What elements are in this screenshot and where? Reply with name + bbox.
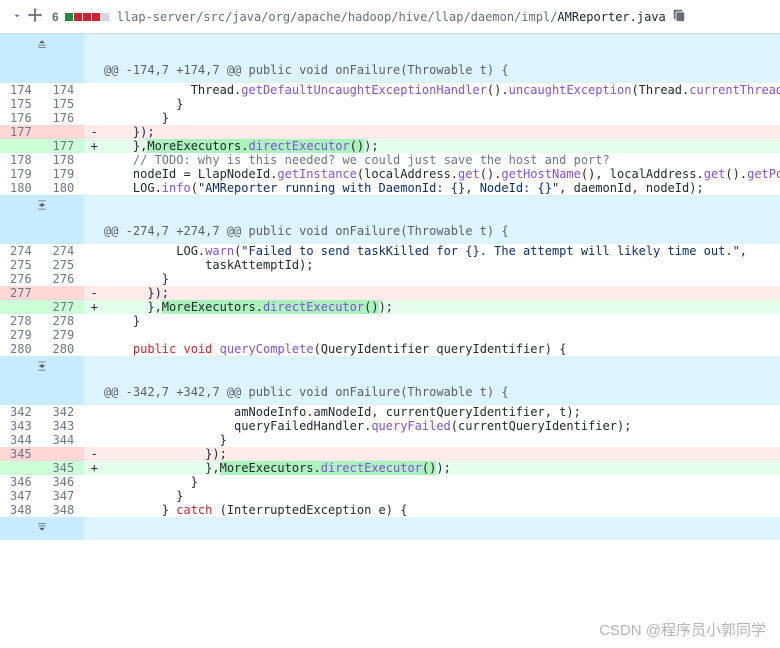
expand-row[interactable] [0, 356, 780, 379]
expand-row[interactable] [0, 195, 780, 218]
hunk-header: @@ -342,7 +342,7 @@ public void onFailur… [0, 379, 780, 405]
watermark: CSDN @程序员小郭同学 [599, 619, 766, 640]
hunk-header: @@ -274,7 +274,7 @@ public void onFailur… [0, 218, 780, 244]
code-line-added: 177+ },MoreExecutors.directExecutor()); [0, 139, 780, 153]
code-line: 279279 [0, 328, 780, 342]
code-line-deleted: 177- }); [0, 125, 780, 139]
code-line: 344344 } [0, 433, 780, 447]
code-line: 180180 LOG.info("AMReporter running with… [0, 181, 780, 195]
code-line: 280280 public void queryComplete(QueryId… [0, 342, 780, 356]
code-line: 179179 nodeId = LlapNodeId.getInstance(l… [0, 167, 780, 181]
code-line: 275275 taskAttemptId); [0, 258, 780, 272]
diff-stat-squares [65, 13, 109, 21]
expand-down-row[interactable] [0, 517, 780, 540]
code-line: 178178 // TODO: why is this needed? we c… [0, 153, 780, 167]
code-line: 175175 } [0, 97, 780, 111]
move-icon[interactable] [28, 8, 46, 25]
code-line: 278278 } [0, 314, 780, 328]
change-count: 6 [52, 10, 59, 24]
copy-path-icon[interactable] [672, 8, 686, 25]
file-path[interactable]: llap-server/src/java/org/apache/hadoop/h… [117, 10, 666, 24]
code-line: 276276 } [0, 272, 780, 286]
code-line-deleted: 277- }); [0, 286, 780, 300]
code-line: 342342 amNodeInfo.amNodeId, currentQuery… [0, 405, 780, 419]
code-line: 176176 } [0, 111, 780, 125]
hunk-header: @@ -174,7 +174,7 @@ public void onFailur… [0, 57, 780, 83]
code-line-added: 277+ },MoreExecutors.directExecutor()); [0, 300, 780, 314]
code-line: 343343 queryFailedHandler.queryFailed(cu… [0, 419, 780, 433]
code-line: 174174 Thread.getDefaultUncaughtExceptio… [0, 83, 780, 97]
code-line-added: 345+ },MoreExecutors.directExecutor()); [0, 461, 780, 475]
diff-table: @@ -174,7 +174,7 @@ public void onFailur… [0, 34, 780, 540]
code-line: 346346 } [0, 475, 780, 489]
file-header: 6 llap-server/src/java/org/apache/hadoop… [0, 0, 780, 34]
code-line-deleted: 345- }); [0, 447, 780, 461]
code-line: 347347 } [0, 489, 780, 503]
collapse-chevron-icon[interactable] [10, 10, 24, 24]
expand-up-row[interactable] [0, 34, 780, 57]
code-line: 274274 LOG.warn("Failed to send taskKill… [0, 244, 780, 258]
code-line: 348348 } catch (InterruptedException e) … [0, 503, 780, 517]
